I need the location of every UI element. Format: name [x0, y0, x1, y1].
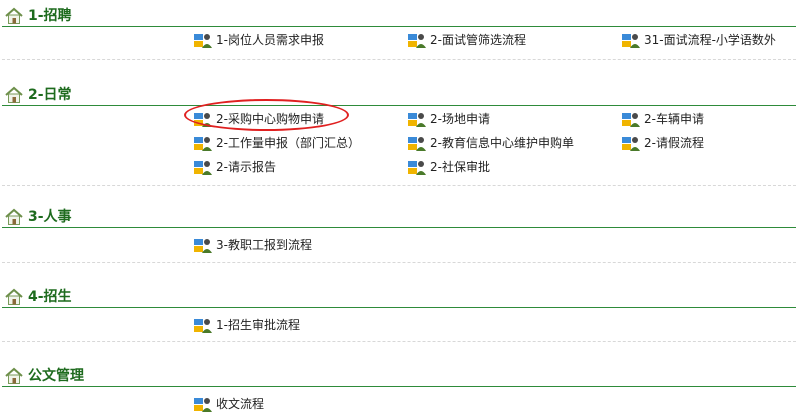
workflow-user-icon — [194, 319, 212, 333]
section-divider — [2, 227, 796, 228]
section-title: 4-招生 — [28, 289, 72, 305]
home-icon — [5, 367, 23, 384]
workflow-link[interactable]: 收文流程 — [193, 395, 264, 413]
section-title: 1-招聘 — [28, 8, 72, 24]
section-separator — [2, 262, 796, 263]
workflow-label: 2-请假流程 — [644, 136, 704, 150]
workflow-user-icon — [194, 239, 212, 253]
home-icon — [5, 288, 23, 305]
workflow-label: 1-岗位人员需求申报 — [216, 33, 324, 47]
workflow-label: 2-面试管筛选流程 — [430, 33, 526, 47]
workflow-label: 2-车辆申请 — [644, 112, 704, 126]
workflow-link[interactable]: 1-招生审批流程 — [193, 316, 300, 334]
workflow-label: 1-招生审批流程 — [216, 318, 300, 332]
workflow-label: 2-请示报告 — [216, 160, 276, 174]
workflow-user-icon — [194, 398, 212, 412]
section-header: 公文管理 — [0, 365, 796, 387]
workflow-link[interactable]: 2-请示报告 — [193, 158, 276, 176]
section-title: 公文管理 — [28, 368, 84, 384]
section-header: 1-招聘 — [0, 5, 796, 27]
workflow-user-icon — [194, 113, 212, 127]
workflow-link[interactable]: 1-岗位人员需求申报 — [193, 31, 324, 49]
workflow-label: 31-面试流程-小学语数外 — [644, 33, 776, 47]
workflow-link[interactable]: 2-面试管筛选流程 — [407, 31, 526, 49]
section-divider — [2, 26, 796, 27]
workflow-link[interactable]: 2-车辆申请 — [621, 110, 704, 128]
workflow-user-icon — [194, 137, 212, 151]
workflow-link[interactable]: 2-社保审批 — [407, 158, 490, 176]
home-icon — [5, 7, 23, 24]
section-title: 3-人事 — [28, 209, 72, 225]
section-header: 4-招生 — [0, 286, 796, 308]
workflow-label: 2-工作量申报（部门汇总） — [216, 136, 360, 150]
workflow-user-icon — [194, 34, 212, 48]
workflow-user-icon — [408, 113, 426, 127]
workflow-link[interactable]: 2-请假流程 — [621, 134, 704, 152]
workflow-label: 收文流程 — [216, 397, 265, 411]
workflow-user-icon — [408, 161, 426, 175]
section-separator — [2, 185, 796, 186]
workflow-link[interactable]: 2-工作量申报（部门汇总） — [193, 134, 360, 152]
home-icon — [5, 86, 23, 103]
section-separator — [2, 341, 796, 342]
workflow-link[interactable]: 2-教育信息中心维护申购单 — [407, 134, 574, 152]
section-divider — [2, 307, 796, 308]
workflow-label: 2-社保审批 — [430, 160, 490, 174]
section-header: 2-日常 — [0, 84, 796, 106]
workflow-link[interactable]: 2-场地申请 — [407, 110, 490, 128]
workflow-label: 2-场地申请 — [430, 112, 490, 126]
workflow-label: 3-教职工报到流程 — [216, 238, 312, 252]
workflow-user-icon — [622, 34, 640, 48]
section-title: 2-日常 — [28, 87, 72, 103]
workflow-user-icon — [408, 34, 426, 48]
workflow-user-icon — [622, 113, 640, 127]
section-divider — [2, 386, 796, 387]
workflow-link[interactable]: 2-采购中心购物申请 — [193, 110, 324, 128]
workflow-link[interactable]: 3-教职工报到流程 — [193, 236, 312, 254]
home-icon — [5, 208, 23, 225]
section-divider — [2, 105, 796, 106]
section-header: 3-人事 — [0, 206, 796, 228]
workflow-link[interactable]: 31-面试流程-小学语数外 — [621, 31, 776, 49]
workflow-user-icon — [622, 137, 640, 151]
workflow-user-icon — [194, 161, 212, 175]
workflow-user-icon — [408, 137, 426, 151]
section-separator — [2, 59, 796, 60]
workflow-label: 2-采购中心购物申请 — [216, 112, 324, 126]
workflow-label: 2-教育信息中心维护申购单 — [430, 136, 574, 150]
